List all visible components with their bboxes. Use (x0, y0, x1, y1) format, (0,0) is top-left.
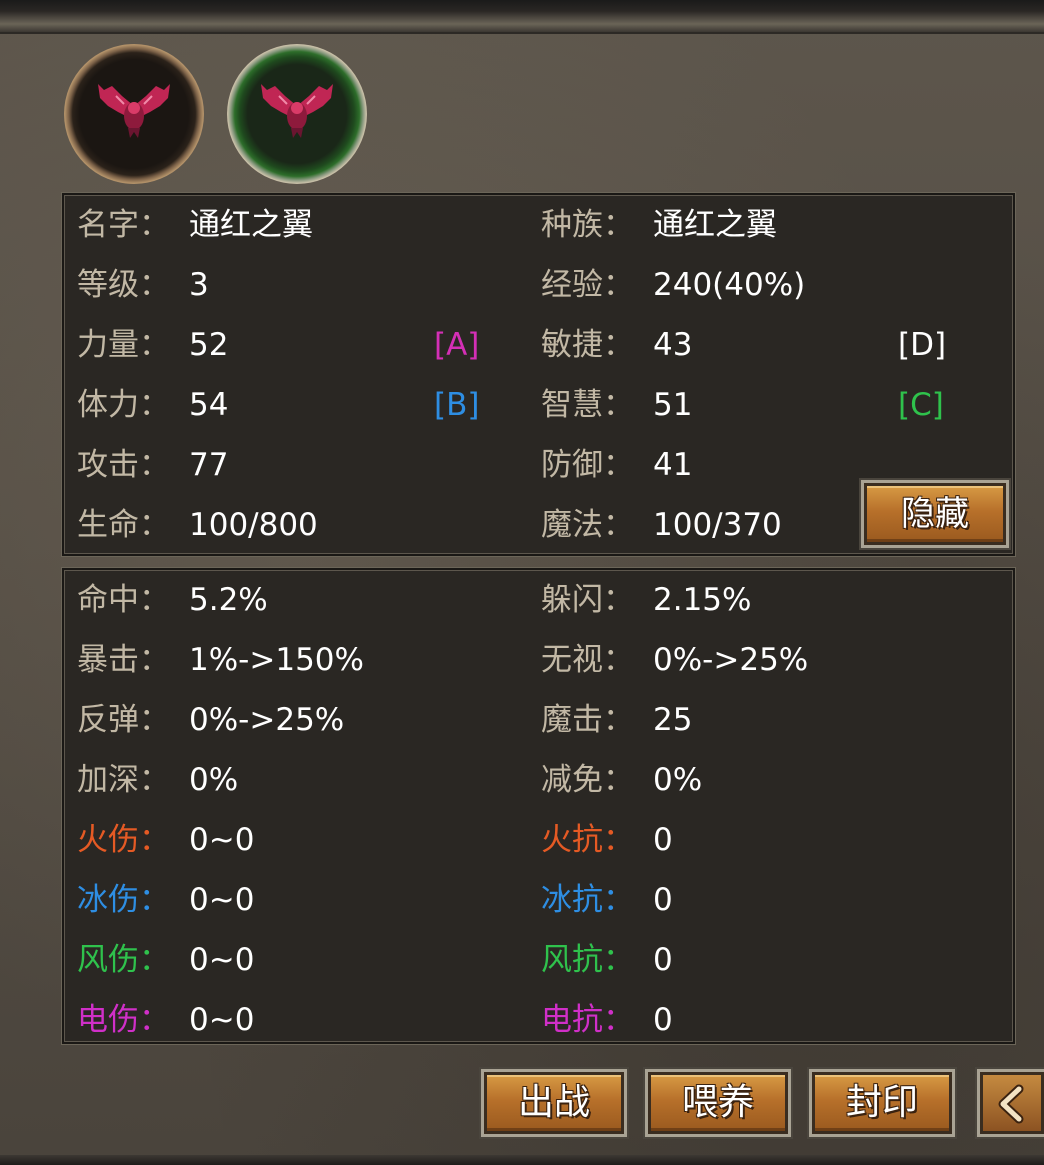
crit-value: 1%->150% (189, 642, 364, 678)
dodge-label: 躲闪： (541, 582, 634, 618)
wind-damage-label: 风伤： (77, 942, 170, 978)
electric-resist-value: 0 (653, 1002, 673, 1038)
attack-label: 攻击： (77, 447, 170, 483)
name-value: 通红之翼 (189, 207, 313, 243)
ignore-value: 0%->25% (653, 642, 809, 678)
strength-label: 力量： (77, 327, 170, 363)
level-label: 等级： (77, 267, 170, 303)
magic-attack-label: 魔击： (541, 702, 634, 738)
strength-value: 52 (189, 327, 229, 363)
mp-value: 100/370 (653, 507, 782, 543)
feed-button[interactable]: 喂养 (648, 1072, 788, 1134)
crimson-wing-bat-icon (261, 84, 333, 138)
ignore-label: 无视： (541, 642, 634, 678)
stamina-value: 54 (189, 387, 229, 423)
ice-resist-value: 0 (653, 882, 673, 918)
stamina-label: 体力： (77, 387, 170, 423)
top-frame-border (0, 0, 1044, 34)
reduce-value: 0% (653, 762, 703, 798)
race-label: 种族： (541, 207, 634, 243)
ice-damage-value: 0~0 (189, 882, 255, 918)
agility-label: 敏捷： (541, 327, 634, 363)
deepen-label: 加深： (77, 762, 170, 798)
fire-damage-value: 0~0 (189, 822, 255, 858)
hit-value: 5.2% (189, 582, 268, 618)
agility-grade: [D] (898, 327, 947, 363)
crimson-wing-bat-icon (98, 84, 170, 138)
hide-button[interactable]: 隐藏 (864, 483, 1006, 545)
crit-label: 暴击： (77, 642, 170, 678)
electric-damage-value: 0~0 (189, 1002, 255, 1038)
wisdom-label: 智慧： (541, 387, 634, 423)
seal-button[interactable]: 封印 (812, 1072, 952, 1134)
stamina-grade: [B] (434, 387, 480, 423)
electric-resist-label: 电抗： (541, 1002, 634, 1038)
electric-damage-label: 电伤： (77, 1002, 170, 1038)
hit-label: 命中： (77, 582, 170, 618)
dodge-value: 2.15% (653, 582, 752, 618)
deepen-value: 0% (189, 762, 239, 798)
reduce-label: 减免： (541, 762, 634, 798)
mp-label: 魔法： (541, 507, 634, 543)
reflect-value: 0%->25% (189, 702, 345, 738)
agility-value: 43 (653, 327, 693, 363)
ice-resist-label: 冰抗： (541, 882, 634, 918)
deploy-button[interactable]: 出战 (484, 1072, 624, 1134)
strength-grade: [A] (434, 327, 480, 363)
race-value: 通红之翼 (653, 207, 777, 243)
defense-label: 防御： (541, 447, 634, 483)
ice-damage-label: 冰伤： (77, 882, 170, 918)
pet-avatar-slot-2[interactable] (227, 44, 367, 184)
hp-label: 生命： (77, 507, 170, 543)
hp-value: 100/800 (189, 507, 318, 543)
name-label: 名字： (77, 207, 170, 243)
magic-attack-value: 25 (653, 702, 693, 738)
attack-value: 77 (189, 447, 229, 483)
wind-damage-value: 0~0 (189, 942, 255, 978)
chevron-left-icon (998, 1084, 1024, 1124)
wisdom-grade: [C] (898, 387, 944, 423)
bottom-frame-border (0, 1155, 1044, 1165)
exp-value: 240(40%) (653, 267, 806, 303)
exp-label: 经验： (541, 267, 634, 303)
pet-avatar-slot-1[interactable] (64, 44, 204, 184)
wind-resist-label: 风抗： (541, 942, 634, 978)
wind-resist-value: 0 (653, 942, 673, 978)
fire-resist-label: 火抗： (541, 822, 634, 858)
wisdom-value: 51 (653, 387, 693, 423)
fire-resist-value: 0 (653, 822, 673, 858)
reflect-label: 反弹： (77, 702, 170, 738)
fire-damage-label: 火伤： (77, 822, 170, 858)
defense-value: 41 (653, 447, 693, 483)
back-button[interactable] (980, 1072, 1044, 1134)
level-value: 3 (189, 267, 209, 303)
